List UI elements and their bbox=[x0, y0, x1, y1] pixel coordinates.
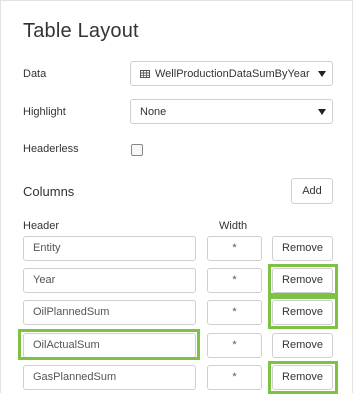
columns-title: Columns bbox=[23, 184, 75, 199]
highlight-select[interactable]: None bbox=[130, 99, 333, 124]
table-layout-panel: Table Layout Data WellProductionDataSumB… bbox=[0, 0, 355, 394]
panel-title: Table Layout bbox=[23, 20, 139, 42]
column-row: OilPlannedSum * Remove bbox=[1, 300, 355, 326]
add-column-button[interactable]: Add bbox=[291, 178, 333, 204]
remove-column-button[interactable]: Remove bbox=[272, 333, 333, 358]
header-column-label: Header bbox=[23, 220, 60, 232]
column-width-input[interactable]: * bbox=[207, 300, 262, 325]
column-width-input[interactable]: * bbox=[207, 268, 262, 293]
column-header-input[interactable]: Year bbox=[23, 268, 196, 293]
data-select[interactable]: WellProductionDataSumByYear bbox=[130, 61, 333, 86]
column-row: GasPlannedSum * Remove bbox=[1, 365, 355, 391]
column-row: Entity * Remove bbox=[1, 236, 355, 262]
column-width-input[interactable]: * bbox=[207, 333, 262, 358]
highlight-select-value: None bbox=[140, 106, 167, 118]
remove-column-button[interactable]: Remove bbox=[272, 268, 333, 293]
column-header-input[interactable]: GasPlannedSum bbox=[23, 365, 196, 390]
data-label: Data bbox=[23, 68, 47, 80]
remove-column-button[interactable]: Remove bbox=[272, 236, 333, 261]
remove-column-button[interactable]: Remove bbox=[272, 300, 333, 325]
column-width-input[interactable]: * bbox=[207, 365, 262, 390]
headerless-label: Headerless bbox=[23, 143, 79, 155]
remove-column-button[interactable]: Remove bbox=[272, 365, 333, 390]
width-column-label: Width bbox=[219, 220, 248, 232]
chevron-down-icon bbox=[318, 71, 326, 77]
data-select-value: WellProductionDataSumByYear bbox=[155, 68, 310, 80]
chevron-down-icon bbox=[318, 109, 326, 115]
highlight-label: Highlight bbox=[23, 106, 66, 118]
column-width-input[interactable]: * bbox=[207, 236, 262, 261]
column-row: OilActualSum * Remove bbox=[1, 333, 355, 359]
column-header-input[interactable]: OilActualSum bbox=[23, 333, 196, 358]
headerless-checkbox[interactable] bbox=[131, 144, 143, 156]
column-row: Year * Remove bbox=[1, 268, 355, 294]
table-icon bbox=[140, 70, 150, 78]
column-header-input[interactable]: OilPlannedSum bbox=[23, 300, 196, 325]
column-header-input[interactable]: Entity bbox=[23, 236, 196, 261]
